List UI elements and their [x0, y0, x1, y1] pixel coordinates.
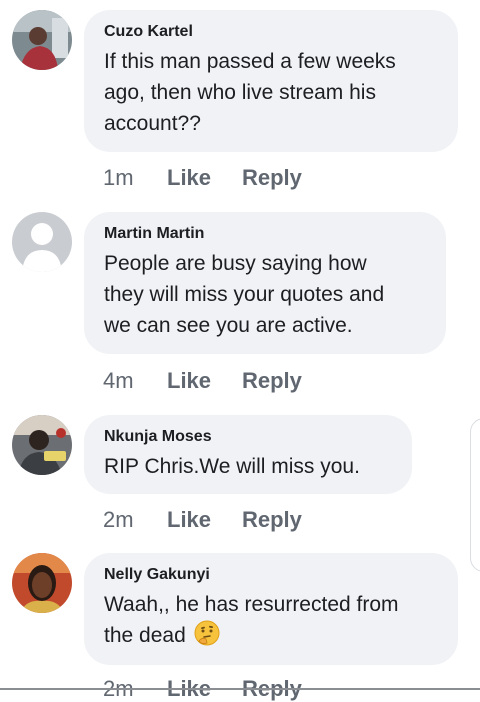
thinking-face-icon — [194, 620, 220, 655]
comment-actions: 4m Like Reply — [103, 368, 302, 394]
avatar[interactable] — [12, 212, 72, 272]
comment-text: If this man passed a few weeks ago, then… — [104, 50, 396, 135]
comment-text-content: Waah,, he has resurrected from the dead — [104, 593, 399, 647]
comment-actions: 2m Like Reply — [103, 507, 302, 533]
reply-button[interactable]: Reply — [242, 368, 302, 394]
comment-bubble: Cuzo Kartel If this man passed a few wee… — [84, 10, 458, 152]
comment-text: RIP Chris.We will miss you. — [104, 455, 360, 478]
comment-bubble: Nelly Gakunyi Waah,, he has resurrected … — [84, 553, 458, 665]
like-button[interactable]: Like — [167, 507, 242, 533]
avatar[interactable] — [12, 553, 72, 613]
default-user-silhouette-icon — [12, 212, 72, 272]
avatar[interactable] — [12, 415, 72, 475]
comment-text: People are busy saying how they will mis… — [104, 252, 385, 337]
comment-author[interactable]: Nkunja Moses — [104, 427, 392, 447]
comment-timestamp[interactable]: 1m — [103, 165, 167, 191]
comment-actions: 1m Like Reply — [103, 165, 302, 191]
person-photo-icon — [12, 415, 72, 475]
adjacent-panel-edge — [470, 418, 480, 572]
comment-author[interactable]: Nelly Gakunyi — [104, 565, 438, 585]
reply-button[interactable]: Reply — [242, 507, 302, 533]
comment-timestamp[interactable]: 4m — [103, 368, 167, 394]
comment-bubble: Nkunja Moses RIP Chris.We will miss you. — [84, 415, 412, 494]
like-button[interactable]: Like — [167, 368, 242, 394]
comment-author[interactable]: Cuzo Kartel — [104, 22, 438, 42]
comment-timestamp[interactable]: 2m — [103, 507, 167, 533]
comment-author[interactable]: Martin Martin — [104, 224, 426, 244]
comment-text: Waah,, he has resurrected from the dead — [104, 589, 438, 655]
like-button[interactable]: Like — [167, 165, 242, 191]
comment-bubble: Martin Martin People are busy saying how… — [84, 212, 446, 354]
person-photo-icon — [12, 553, 72, 613]
reply-button[interactable]: Reply — [242, 165, 302, 191]
person-photo-icon — [12, 10, 72, 70]
avatar[interactable] — [12, 10, 72, 70]
